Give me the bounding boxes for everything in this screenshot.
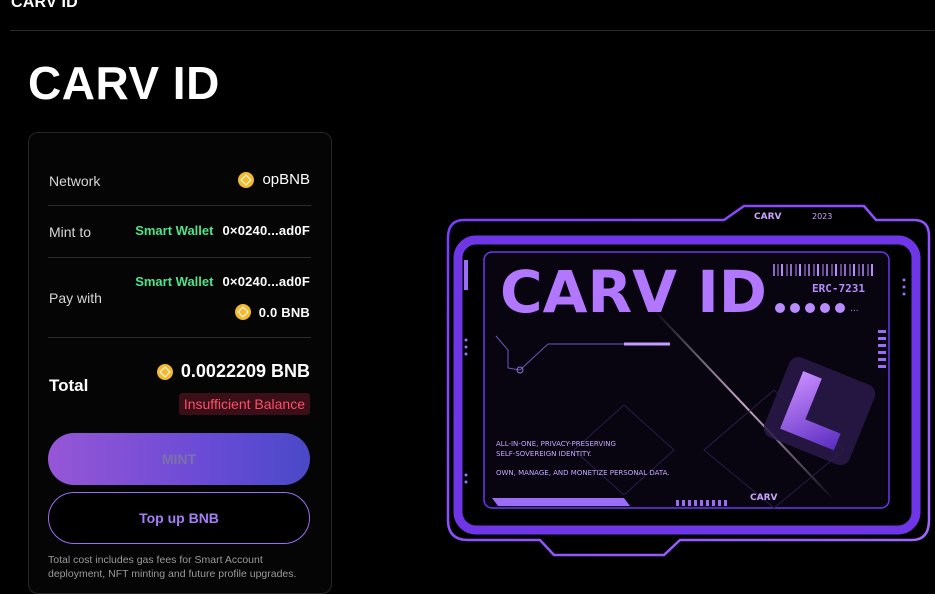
mint-button[interactable]: MINT xyxy=(48,433,310,485)
network-row: Network opBNB xyxy=(48,159,311,206)
top-up-bnb-button[interactable]: Top up BNB xyxy=(48,492,310,544)
more-icons: ... xyxy=(850,304,859,314)
network-value: opBNB xyxy=(238,171,310,188)
mint-to-wallet: Smart Wallet xyxy=(135,223,214,238)
card-tagline-3: OWN, MANAGE, AND MONETIZE PERSONAL DATA. xyxy=(496,469,670,477)
total-section: Total 0.0022209 BNB Insufficient Balance xyxy=(48,338,311,423)
pay-with-wallet-line: Smart Wallet 0×0240...ad0F xyxy=(135,274,310,289)
network-label: Network xyxy=(49,173,101,189)
mint-to-label: Mint to xyxy=(49,224,92,240)
card-graphic: CARV 2023 CARV ID ERC-7231 ... ALL-IN-ON… xyxy=(366,204,931,557)
topbar-title: CARV ID xyxy=(11,0,78,11)
mint-to-address: 0×0240...ad0F xyxy=(222,223,310,238)
card-brand-bottom: CARV xyxy=(750,493,778,503)
insufficient-balance-badge: Insufficient Balance xyxy=(178,393,310,415)
top-bar: CARV ID xyxy=(10,0,935,31)
card-year: 2023 xyxy=(812,212,832,221)
total-label: Total xyxy=(49,376,89,395)
card-standard: ERC-7231 xyxy=(812,282,865,295)
total-value: 0.0022209 BNB xyxy=(180,361,310,381)
pay-with-balance-line: 0.0 BNB xyxy=(234,304,310,320)
total-value-line: 0.0022209 BNB xyxy=(156,361,310,382)
mint-to-row: Mint to Smart Wallet 0×0240...ad0F xyxy=(48,206,311,258)
bnb-coin-icon xyxy=(156,363,173,380)
bnb-coin-icon xyxy=(238,171,255,188)
mint-to-value: Smart Wallet 0×0240...ad0F xyxy=(135,223,310,238)
card-brand-small: CARV xyxy=(754,212,782,222)
page-title: CARV ID xyxy=(28,57,220,109)
cost-footnote: Total cost includes gas fees for Smart A… xyxy=(48,554,297,580)
pay-with-label: Pay with xyxy=(49,290,102,306)
mint-panel: Network opBNB Mint to Smart Wallet 0×024… xyxy=(28,132,332,594)
carv-id-card: CARV 2023 CARV ID ERC-7231 ... ALL-IN-ON… xyxy=(366,200,935,560)
pay-with-wallet: Smart Wallet xyxy=(135,274,214,289)
card-tagline-2: SELF-SOVEREIGN IDENTITY. xyxy=(496,450,591,458)
pay-with-address: 0×0240...ad0F xyxy=(222,274,310,289)
bnb-coin-icon xyxy=(234,304,251,320)
network-name: opBNB xyxy=(262,171,310,188)
pay-with-balance: 0.0 BNB xyxy=(258,304,310,320)
card-tagline-1: ALL-IN-ONE, PRIVACY-PRESERVING xyxy=(496,440,616,448)
card-title: CARV ID xyxy=(500,258,767,326)
pay-with-row: Pay with Smart Wallet 0×0240...ad0F 0.0 … xyxy=(48,258,311,338)
